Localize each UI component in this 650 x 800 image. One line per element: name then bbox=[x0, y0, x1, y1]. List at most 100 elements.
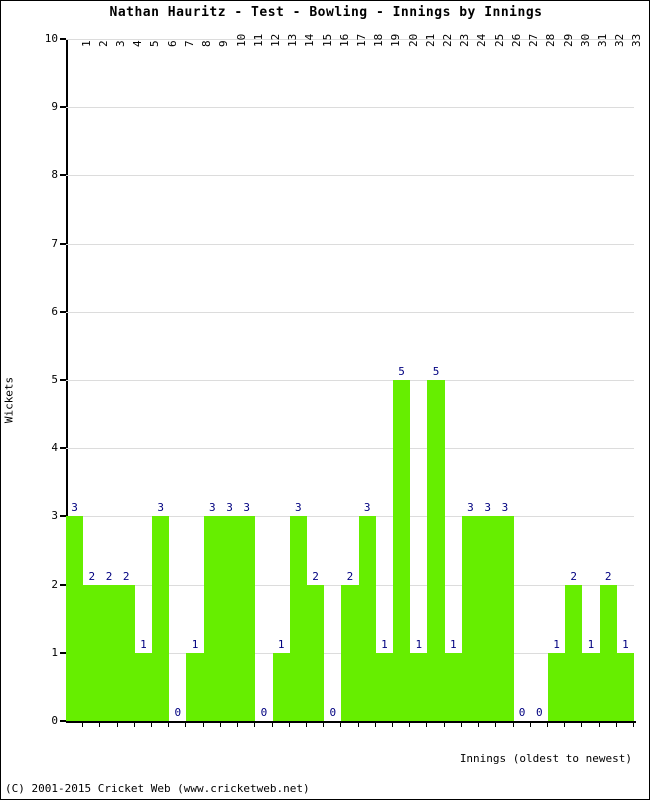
bar[interactable] bbox=[599, 584, 617, 721]
bar[interactable] bbox=[117, 584, 135, 721]
bar-value-label: 3 bbox=[208, 501, 216, 515]
bar-slot[interactable]: 5 22 bbox=[427, 34, 454, 727]
bar-slot[interactable]: 23 bbox=[100, 39, 127, 727]
bar-slot[interactable]: 2 17 bbox=[341, 34, 368, 727]
bar-value-label: 3 bbox=[467, 501, 474, 515]
bar[interactable] bbox=[341, 584, 359, 721]
x-axis-tick-mark bbox=[185, 721, 187, 727]
bar-slot[interactable]: 0 12 bbox=[255, 34, 282, 727]
bar-value-label: 1 bbox=[622, 637, 629, 651]
y-axis-tick-label: 0 bbox=[51, 714, 58, 727]
x-axis-tick-mark bbox=[392, 721, 394, 727]
bar-value-label: 3 bbox=[295, 501, 302, 515]
bar-slot[interactable]: 3 14 bbox=[289, 34, 316, 727]
x-axis-tick-mark bbox=[82, 721, 84, 727]
bar-value-label: 3 bbox=[71, 501, 78, 515]
bar-slot[interactable]: 3 10 bbox=[220, 34, 248, 727]
bar-slot[interactable]: 36 bbox=[152, 39, 179, 727]
bar-slot[interactable]: 1 31 bbox=[582, 34, 609, 727]
bar-slot[interactable]: 18 bbox=[186, 39, 213, 727]
bar[interactable] bbox=[565, 584, 583, 721]
bar[interactable] bbox=[547, 652, 566, 721]
y-axis-tick-label: 4 bbox=[51, 441, 58, 455]
x-axis-tick-mark bbox=[288, 721, 290, 727]
x-axis-tick-mark bbox=[116, 721, 118, 727]
bar-slot[interactable]: 07 bbox=[169, 39, 196, 727]
bar-value-label: 0 bbox=[536, 706, 543, 719]
bar-value-label: 1 bbox=[587, 637, 595, 651]
bar-slot[interactable]: 3 11 bbox=[238, 34, 265, 727]
bar-slot[interactable]: 3 18 bbox=[358, 34, 385, 727]
bar[interactable] bbox=[393, 380, 411, 721]
bar-value-label: 5 bbox=[398, 365, 405, 378]
bar[interactable] bbox=[479, 516, 497, 721]
bar-slot[interactable]: 2 15 bbox=[306, 34, 334, 727]
bar[interactable] bbox=[306, 584, 325, 721]
x-axis-tick-mark bbox=[598, 721, 600, 727]
bar-slot[interactable]: 0 16 bbox=[324, 34, 351, 727]
bar[interactable] bbox=[238, 516, 256, 721]
bar-slot[interactable]: 5 20 bbox=[393, 34, 420, 727]
y-axis-tick-labels: 0 1 2 3 4 5 6 7 8 9 10 bbox=[18, 33, 58, 726]
x-axis-tick-mark bbox=[133, 721, 135, 727]
bar-slot[interactable]: 1 13 bbox=[272, 34, 299, 727]
bar-slot[interactable]: 0 27 bbox=[514, 34, 540, 727]
bar[interactable] bbox=[186, 652, 204, 721]
y-axis-title: Wickets bbox=[2, 376, 16, 424]
bar[interactable] bbox=[220, 516, 239, 721]
y-axis-tick-label: 5 bbox=[51, 373, 58, 386]
y-axis-tick-label: 9 bbox=[51, 100, 58, 114]
x-axis-title: Innings (oldest to newest) bbox=[459, 752, 632, 765]
bar[interactable] bbox=[444, 652, 462, 721]
bar[interactable] bbox=[375, 652, 394, 721]
x-axis-tick-label: 33 bbox=[630, 33, 644, 47]
bar-slot[interactable]: 1 19 bbox=[375, 34, 402, 727]
bar[interactable] bbox=[427, 380, 445, 721]
bar[interactable] bbox=[100, 584, 118, 721]
bar-slot[interactable]: 1 21 bbox=[410, 34, 437, 727]
x-axis-tick-mark bbox=[374, 721, 376, 727]
bar-slot[interactable]: 15 bbox=[134, 39, 161, 727]
x-axis-tick-mark bbox=[529, 721, 531, 727]
bar[interactable] bbox=[358, 516, 376, 721]
y-axis-tick-label: 6 bbox=[51, 304, 58, 318]
bar[interactable] bbox=[203, 516, 221, 721]
bar-slot[interactable]: 1 23 bbox=[444, 34, 471, 727]
bar[interactable] bbox=[134, 652, 153, 721]
bar-slot[interactable]: 39 bbox=[203, 39, 230, 727]
bar-value-label: 1 bbox=[191, 637, 199, 651]
bar-value-label: 0 bbox=[329, 706, 337, 719]
bar[interactable] bbox=[83, 584, 101, 721]
y-axis-tick-label: 7 bbox=[51, 236, 58, 250]
bar-slot[interactable]: 3 24 bbox=[461, 34, 488, 727]
bar-slot[interactable]: 22 bbox=[83, 39, 110, 727]
bar-slot[interactable]: 2 30 bbox=[565, 34, 592, 727]
x-axis-tick-mark bbox=[581, 721, 583, 727]
bar-slot[interactable]: 1 33 bbox=[616, 34, 643, 727]
bar[interactable] bbox=[410, 652, 428, 721]
bar[interactable] bbox=[496, 516, 514, 721]
bar-value-label: 2 bbox=[312, 569, 319, 583]
bar[interactable] bbox=[66, 516, 84, 721]
bar-slot[interactable]: 1 29 bbox=[547, 34, 575, 727]
x-axis-tick-mark bbox=[495, 721, 497, 727]
bar-value-label: 2 bbox=[105, 569, 113, 583]
bar[interactable] bbox=[152, 516, 170, 721]
plot-area: 0 1 2 3 4 5 6 7 8 9 10 3 1 2 2 2 3 2 4 1 5 3 6 0 7 1 8 3 9 3 10 3 11 0 12… bbox=[45, 33, 643, 727]
bar-slot[interactable]: 0 28 bbox=[531, 34, 557, 727]
bar[interactable] bbox=[582, 652, 600, 721]
x-axis-tick-mark bbox=[219, 721, 221, 727]
footer-copyright: (C) 2001-2015 Cricket Web (www.cricketwe… bbox=[5, 782, 310, 795]
bar-slot[interactable]: 31 bbox=[66, 39, 93, 727]
bar-slot[interactable]: 3 25 bbox=[479, 34, 506, 727]
bar-value-label: 2 bbox=[604, 569, 612, 583]
bar-slot[interactable]: 2 32 bbox=[599, 34, 626, 727]
bar-slot[interactable]: 3 26 bbox=[496, 34, 523, 727]
bar[interactable] bbox=[272, 652, 290, 721]
x-axis-tick-mark bbox=[202, 721, 204, 727]
bar-slot[interactable]: 24 bbox=[117, 39, 144, 727]
x-axis-tick-mark bbox=[443, 721, 445, 727]
bar[interactable] bbox=[461, 516, 480, 721]
bar[interactable] bbox=[616, 652, 634, 721]
bar[interactable] bbox=[289, 516, 307, 721]
